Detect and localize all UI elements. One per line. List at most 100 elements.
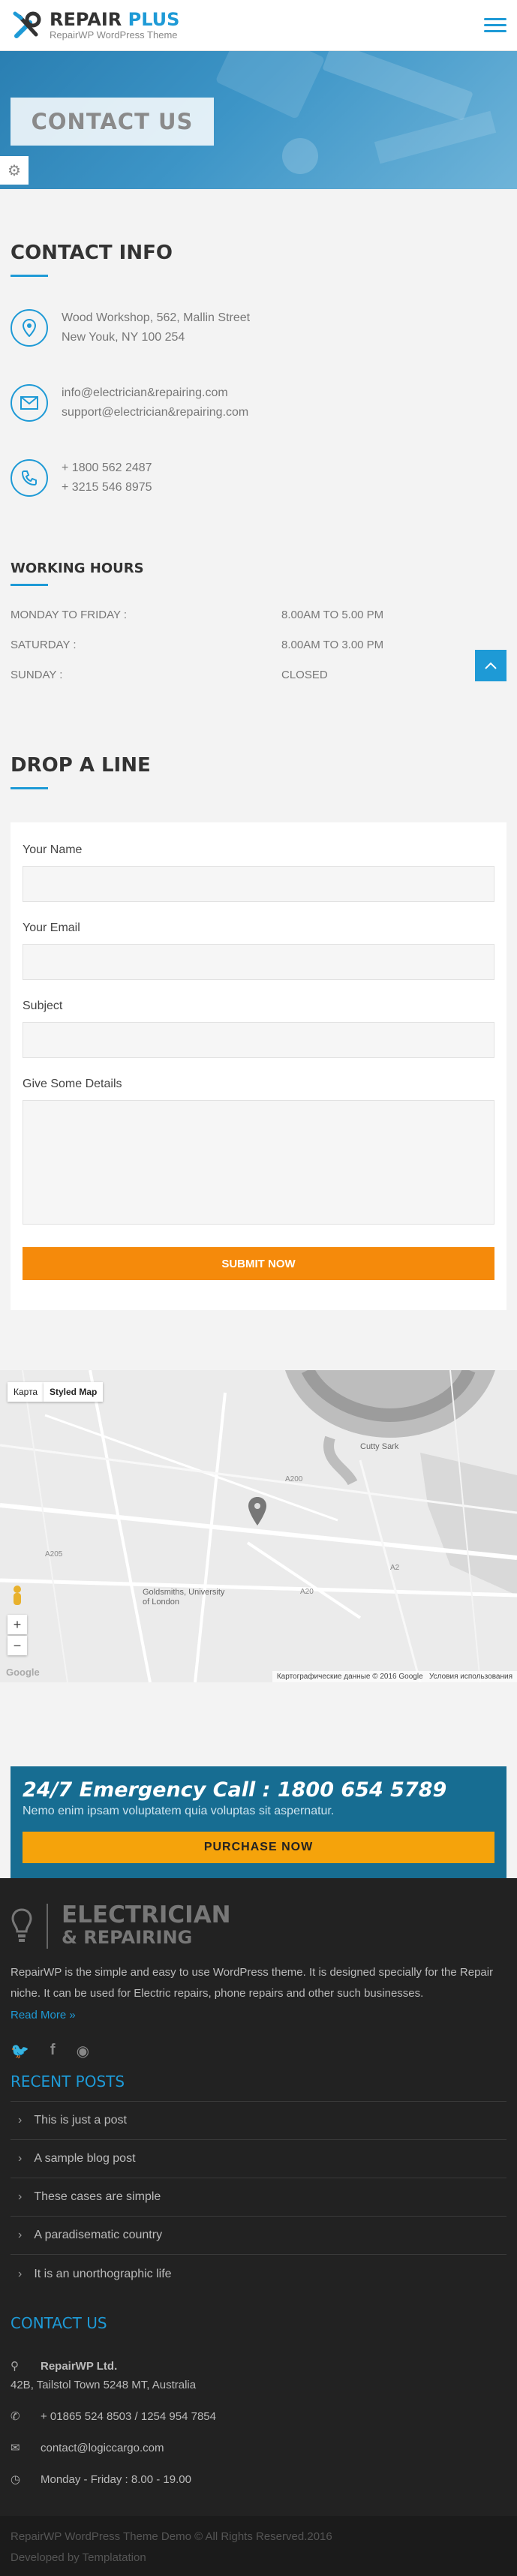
footer-logo-line1: ELECTRICIAN: [62, 1901, 231, 1928]
chevron-right-icon: ›: [18, 2267, 23, 2280]
map-label-road: A200: [285, 1475, 303, 1483]
hours-time: 8.00AM TO 3.00 PM: [281, 638, 384, 651]
working-hours-title: WORKING HOURS: [11, 561, 144, 576]
footer-company: RepairWP Ltd.: [41, 2359, 118, 2373]
recent-post-link[interactable]: › It is an unorthographic life: [11, 2255, 506, 2293]
phone-number-1[interactable]: + 1800 562 2487: [62, 458, 152, 478]
site-footer: ELECTRICIAN & REPAIRING RepairWP is the …: [0, 1878, 517, 2516]
recent-post-link[interactable]: › This is just a post: [11, 2102, 506, 2140]
pegman-icon[interactable]: [11, 1585, 24, 1607]
styled-map-button[interactable]: Styled Map: [44, 1382, 104, 1402]
recent-post-link[interactable]: › These cases are simple: [11, 2178, 506, 2217]
envelope-icon: [11, 384, 48, 422]
working-hours-section: WORKING HOURS MONDAY TO FRIDAY : 8.00AM …: [0, 497, 517, 690]
site-logo[interactable]: REPAIR PLUS RepairWP WordPress Theme: [11, 9, 179, 42]
read-more-link[interactable]: Read More »: [11, 2009, 76, 2021]
email-link-2[interactable]: support@electrician&repairing.com: [62, 403, 248, 422]
rss-icon[interactable]: ◉: [77, 2042, 89, 2060]
map-tiles: [0, 1370, 517, 1682]
title-underline: [11, 787, 48, 789]
page-title: CONTACT US: [11, 98, 214, 146]
footer-logo[interactable]: ELECTRICIAN & REPAIRING: [11, 1904, 506, 1949]
gear-icon[interactable]: ⚙: [0, 156, 29, 185]
emergency-banner: 24/7 Emergency Call : 1800 654 5789 Nemo…: [11, 1766, 506, 1878]
map-label-goldsmiths: Goldsmiths, University of London: [143, 1588, 225, 1607]
chevron-right-icon: ›: [18, 2190, 23, 2203]
brand-tagline: RepairWP WordPress Theme: [50, 29, 178, 41]
zoom-out-button[interactable]: −: [8, 1636, 27, 1655]
footer-description: RepairWP is the simple and easy to use W…: [11, 1966, 494, 2000]
address-line-1: Wood Workshop, 562, Mallin Street: [62, 311, 251, 324]
twitter-icon[interactable]: 🐦: [11, 2042, 29, 2060]
footer-phone-row: ✆ + 01865 524 8503 / 1254 954 7854: [11, 2409, 506, 2424]
hours-row: SATURDAY : 8.00AM TO 3.00 PM: [11, 630, 506, 660]
purchase-now-button[interactable]: PURCHASE NOW: [23, 1832, 494, 1863]
details-textarea[interactable]: [23, 1100, 494, 1225]
footer-contact-title: CONTACT US: [11, 2314, 107, 2332]
brand-name: REPAIR PLUS: [50, 9, 180, 30]
zoom-in-button[interactable]: +: [8, 1615, 27, 1634]
recent-posts-title: RECENT POSTS: [11, 2073, 506, 2102]
address-line-2: New Youk, NY 100 254: [62, 331, 185, 344]
footer-email[interactable]: contact@logiccargo.com: [41, 2442, 164, 2454]
chevron-right-icon: ›: [18, 2229, 23, 2241]
hours-time: 8.00AM TO 5.00 PM: [281, 608, 384, 621]
emergency-subtitle: Nemo enim ipsam voluptatem quia voluptas…: [23, 1805, 335, 1817]
footer-hours-row: ◷ Monday - Friday : 8.00 - 19.00: [11, 2472, 506, 2487]
phone-number-2[interactable]: + 3215 546 8975: [62, 478, 152, 497]
map-type-button[interactable]: Карта: [8, 1382, 44, 1402]
footer-company-row: ⚲ RepairWP Ltd.: [11, 2359, 506, 2373]
map-label-cutty: Cutty Sark: [360, 1442, 399, 1451]
map-marker-icon[interactable]: [248, 1496, 267, 1526]
chevron-up-icon: [485, 662, 497, 669]
name-input[interactable]: [23, 866, 494, 902]
footer-phone[interactable]: + 01865 524 8503 / 1254 954 7854: [41, 2410, 216, 2423]
map-pin-icon: ⚲: [11, 2360, 19, 2373]
map-credit: Картографические данные © 2016 Google Ус…: [272, 1671, 517, 1682]
footer-hours: Monday - Friday : 8.00 - 19.00: [41, 2472, 191, 2486]
map-pin-icon: [11, 309, 48, 347]
map-label-road: A20: [300, 1588, 314, 1596]
contact-info-section: CONTACT INFO Wood Workshop, 562, Mallin …: [0, 189, 517, 497]
contact-info-title: CONTACT INFO: [11, 242, 173, 264]
name-label: Your Name: [23, 843, 83, 856]
developer-credit[interactable]: Developed by Templatation: [11, 2547, 506, 2568]
google-map[interactable]: Карта Styled Map Cutty Sark Goldsmiths, …: [0, 1370, 517, 1682]
hours-day: SATURDAY :: [11, 638, 77, 651]
subject-input[interactable]: [23, 1022, 494, 1058]
footer-logo-line2: & REPAIRING: [62, 1927, 193, 1948]
drop-a-line-title: DROP A LINE: [11, 754, 151, 777]
copyright-text: RepairWP WordPress Theme Demo © All Righ…: [11, 2530, 332, 2543]
drop-a-line-section: DROP A LINE: [0, 690, 517, 789]
submit-button[interactable]: SUBMIT NOW: [23, 1247, 494, 1280]
phone-icon: [11, 459, 48, 497]
subject-label: Subject: [23, 999, 63, 1012]
email-input[interactable]: [23, 944, 494, 980]
email-link-1[interactable]: info@electrician&repairing.com: [62, 383, 248, 403]
phone-icon: ✆: [11, 2410, 20, 2423]
map-terms-link[interactable]: Условия использования: [429, 1673, 512, 1681]
hamburger-icon[interactable]: [484, 18, 506, 32]
recent-post-link[interactable]: › A paradisematic country: [11, 2217, 506, 2255]
title-underline: [11, 275, 48, 277]
site-header: REPAIR PLUS RepairWP WordPress Theme: [0, 0, 517, 51]
email-label: Your Email: [23, 921, 80, 934]
recent-post-link[interactable]: › A sample blog post: [11, 2140, 506, 2178]
title-underline: [11, 584, 48, 586]
envelope-icon: ✉: [11, 2442, 20, 2454]
scroll-to-top-button[interactable]: [475, 650, 506, 681]
page-hero: CONTACT US ⚙: [0, 51, 517, 189]
phone-row: + 1800 562 2487 + 3215 546 8975: [11, 458, 506, 497]
wrench-screwdriver-icon: [13, 11, 41, 38]
footer-email-row: ✉ contact@logiccargo.com: [11, 2441, 506, 2455]
facebook-icon[interactable]: f: [50, 2042, 56, 2060]
map-label-road: A2: [390, 1564, 400, 1572]
details-label: Give Some Details: [23, 1078, 122, 1090]
hours-time: CLOSED: [281, 668, 328, 681]
map-label-road: A205: [45, 1550, 63, 1559]
hours-day: SUNDAY :: [11, 668, 63, 681]
google-logo: Google: [6, 1667, 40, 1678]
clock-icon: ◷: [11, 2473, 21, 2486]
chevron-right-icon: ›: [18, 2152, 23, 2165]
email-row: info@electrician&repairing.com support@e…: [11, 383, 506, 422]
